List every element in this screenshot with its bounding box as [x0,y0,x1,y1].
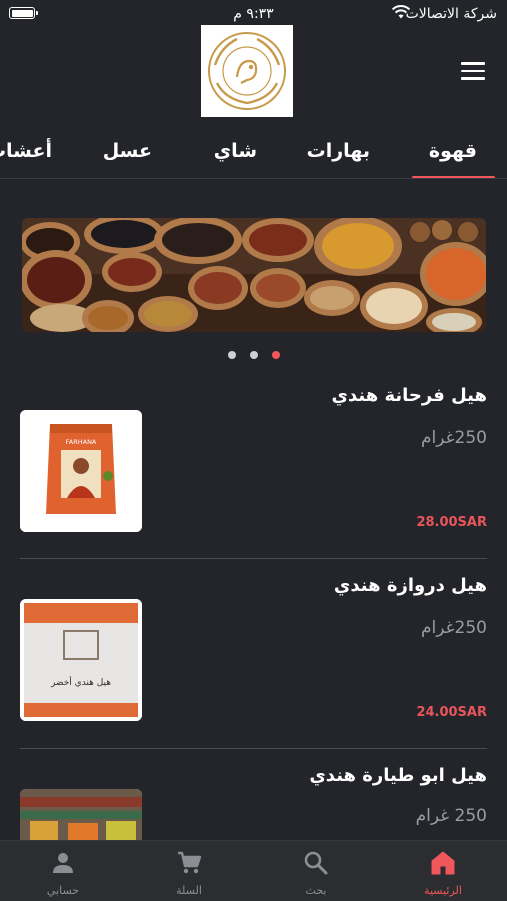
carrier-name: شركة الاتصالات [405,6,497,22]
nav-cart[interactable]: السلة [126,841,252,901]
pack-label: FARHANA [66,438,97,446]
carousel-dot-active[interactable] [272,351,280,359]
carousel-dot[interactable] [250,351,258,359]
person-icon [53,853,73,873]
product-image[interactable]: هيل هندي أخضر [20,599,142,721]
nav-label: السلة [176,884,202,897]
nav-search[interactable]: بحث [253,841,379,901]
product-name[interactable]: هيل فرحانة هندي [331,385,487,406]
pack-label: هيل هندي أخضر [50,676,111,688]
nav-label: حسابي [46,884,80,897]
promo-banner[interactable] [22,218,486,332]
tab-herbs[interactable]: أعشاب [0,140,52,162]
tab-spices[interactable]: بهارات [307,140,370,162]
tab-coffee[interactable]: قهوة [429,140,477,162]
product-price: 28.00SAR [416,515,487,530]
product-image[interactable] [20,789,142,840]
category-tabs: قهوة بهارات شاي عسل أعشاب [0,130,507,179]
product-weight: 250غرام [421,428,487,448]
product-image[interactable]: FARHANA [20,410,142,532]
brand-logo [201,25,293,117]
cart-icon [178,851,202,874]
nav-home[interactable]: الرئيسية [380,841,506,901]
menu-button[interactable] [461,62,485,80]
product-card[interactable]: هيل دروازة هندي 250غرام 24.00SAR هيل هند… [0,570,507,750]
home-icon [431,851,455,875]
bottom-navigation: حسابي السلة بحث الرئيسية [0,840,507,901]
nav-account[interactable]: حسابي [0,841,126,901]
product-card[interactable]: هيل فرحانة هندي 250غرام 28.00SAR FARHANA [0,380,507,560]
product-name[interactable]: هيل ابو طيارة هندي [309,765,487,786]
product-name[interactable]: هيل دروازة هندي [334,575,487,596]
product-price: 24.00SAR [416,705,487,720]
product-weight: 250غرام [421,618,487,638]
menu-icon [461,62,485,65]
active-tab-indicator [412,176,495,178]
tab-tea[interactable]: شاي [214,140,257,162]
product-weight: 250 غرام [415,806,487,826]
search-icon [304,851,328,875]
nav-label: الرئيسية [424,884,462,897]
carousel-dot[interactable] [228,351,236,359]
product-card[interactable]: هيل ابو طيارة هندي 250 غرام [0,760,507,840]
divider [20,558,487,559]
tab-honey[interactable]: عسل [103,140,152,162]
nav-label: بحث [305,884,327,897]
divider [20,748,487,749]
